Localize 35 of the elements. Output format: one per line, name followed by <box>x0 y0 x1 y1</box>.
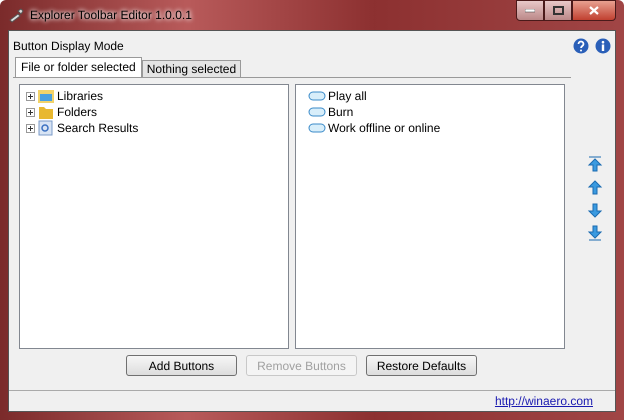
move-top-icon[interactable] <box>587 156 603 172</box>
tab[interactable]: File or folder selected <box>15 57 142 77</box>
toolbar-button-icon <box>308 91 326 101</box>
info-icon[interactable] <box>595 38 611 54</box>
move-down-icon[interactable] <box>587 202 603 218</box>
toolbar-button-icon <box>308 123 326 133</box>
tree-item[interactable]: Libraries <box>57 89 104 103</box>
list-item[interactable]: Burn <box>328 105 354 119</box>
tab[interactable]: Nothing selected <box>142 60 242 77</box>
search-folder-icon <box>37 120 55 136</box>
window-title: Explorer Toolbar Editor 1.0.0.1 <box>30 8 192 22</box>
action-button[interactable]: Restore Defaults <box>366 355 477 376</box>
mode-label: Button Display Mode <box>13 39 124 53</box>
move-up-icon[interactable] <box>587 179 603 195</box>
minimize-icon <box>525 8 535 12</box>
folder-icon <box>37 104 55 120</box>
tree-item[interactable]: Search Results <box>57 121 138 135</box>
maximize-icon <box>552 6 564 15</box>
wrench-icon <box>8 7 24 23</box>
list-item[interactable]: Work offline or online <box>328 121 440 135</box>
expand-icon[interactable] <box>26 92 35 100</box>
close-icon <box>589 6 599 15</box>
tree-item[interactable]: Folders <box>57 105 98 119</box>
help-icon[interactable] <box>573 38 589 54</box>
expand-icon[interactable] <box>26 124 35 132</box>
expand-icon[interactable] <box>26 108 35 116</box>
library-icon <box>37 88 55 104</box>
minimize-button[interactable] <box>516 0 544 21</box>
close-button[interactable] <box>572 0 616 21</box>
list-item[interactable]: Play all <box>328 89 367 103</box>
move-bottom-icon[interactable] <box>587 225 603 241</box>
maximize-button[interactable] <box>544 0 572 21</box>
website-link[interactable]: http://winaero.com <box>494 394 593 408</box>
action-button[interactable]: Add Buttons <box>126 355 237 376</box>
toolbar-button-icon <box>308 107 326 117</box>
